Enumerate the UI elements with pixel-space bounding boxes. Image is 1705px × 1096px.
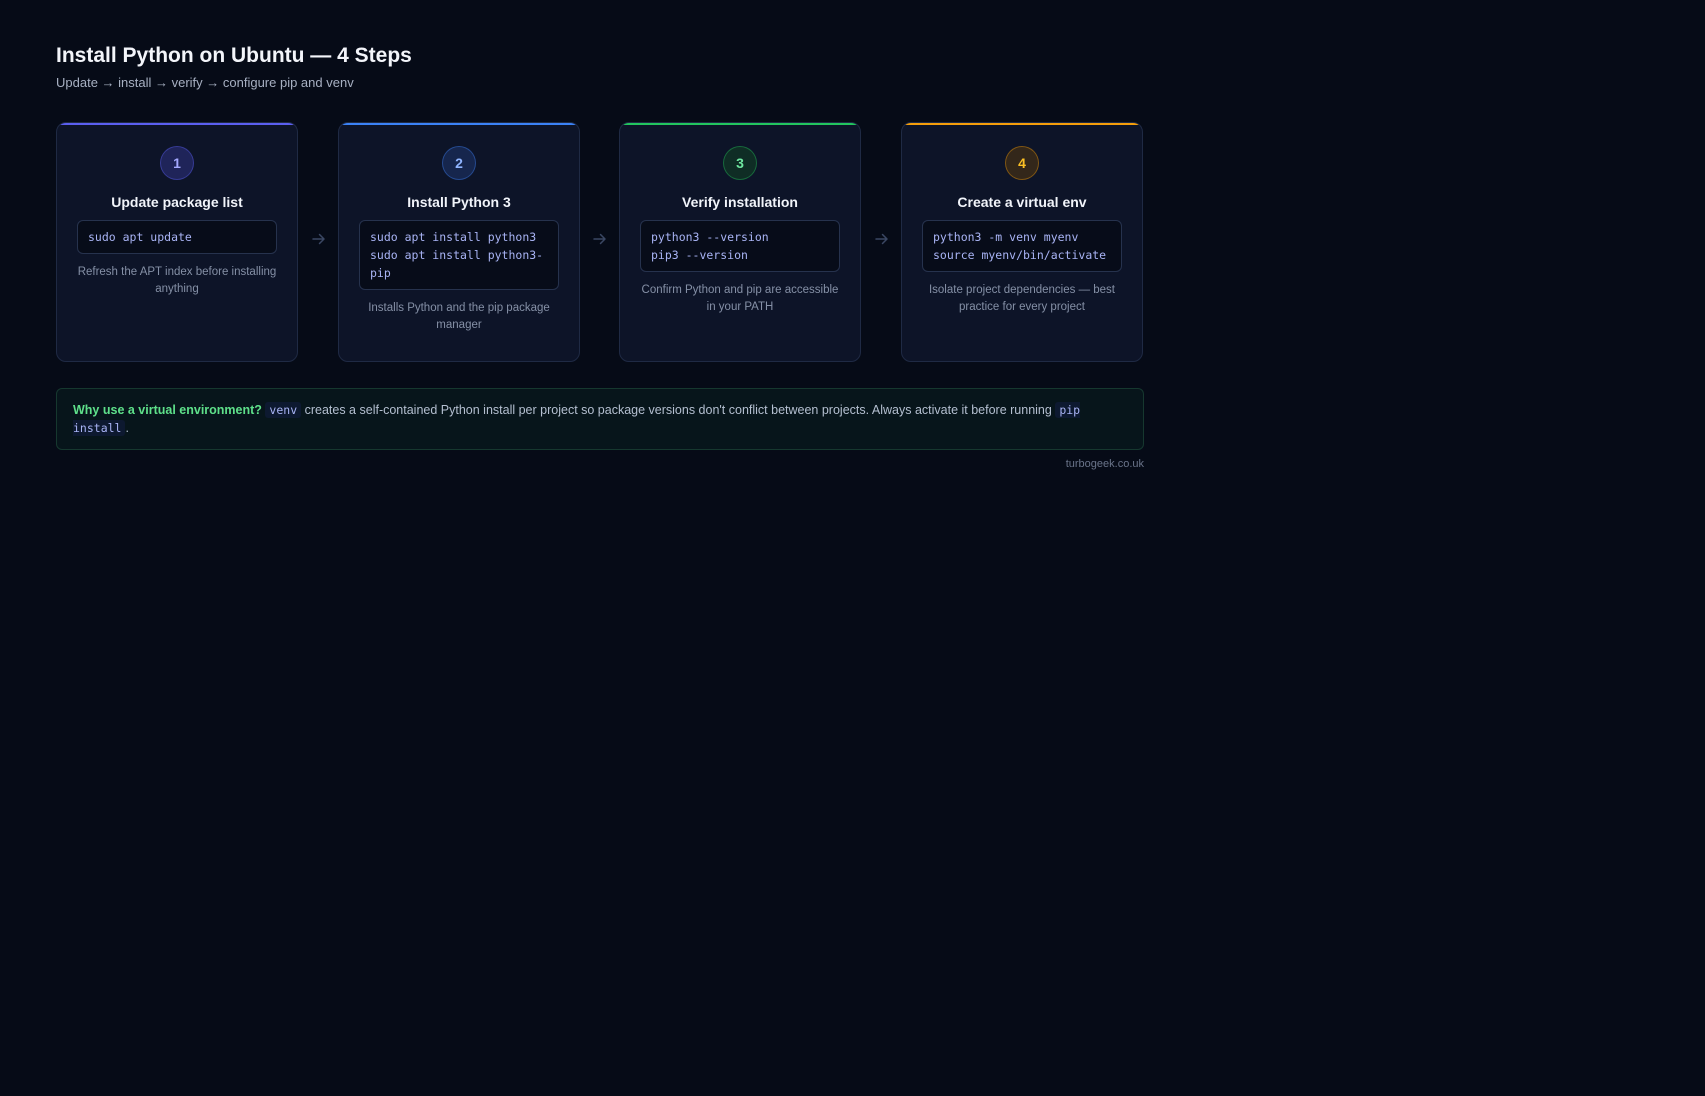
steps-row: 1 Update package list sudo apt update Re… [56, 122, 1144, 364]
inline-code-venv: venv [265, 402, 302, 418]
callout-heading: Why use a virtual environment? [73, 403, 262, 417]
code-block: python3 -m venv myenv source myenv/bin/a… [922, 220, 1122, 272]
page-title: Install Python on Ubuntu — 4 Steps [56, 44, 412, 67]
page: Install Python on Ubuntu — 4 Steps Updat… [56, 40, 1144, 470]
code-block: sudo apt install python3 sudo apt instal… [359, 220, 559, 290]
callout-text-end: . [125, 421, 129, 435]
arrow-right-icon [312, 233, 325, 245]
step-number-badge: 4 [1005, 146, 1039, 180]
card-accent-bar [339, 123, 579, 125]
card-accent-bar [57, 123, 297, 125]
step-description: Confirm Python and pip are accessible in… [641, 284, 839, 313]
step-number-badge: 3 [723, 146, 757, 180]
code-block: python3 --version pip3 --version [640, 220, 840, 272]
step-description: Isolate project dependencies — best prac… [928, 284, 1116, 313]
arrow-right-icon [875, 233, 888, 245]
venv-info-callout: Why use a virtual environment? venv crea… [56, 388, 1144, 450]
code-block: sudo apt update [77, 220, 277, 254]
step-card-3: 3 Verify installation python3 --version … [619, 122, 861, 362]
page-subtitle: Update → install → verify → configure pi… [56, 75, 354, 90]
source-credit: turbogeek.co.uk [1065, 458, 1144, 470]
step-title: Update package list [111, 194, 243, 210]
step-number-badge: 2 [442, 146, 476, 180]
step-card-1: 1 Update package list sudo apt update Re… [56, 122, 298, 362]
step-title: Install Python 3 [407, 194, 511, 210]
step-number-badge: 1 [160, 146, 194, 180]
callout-text: creates a self-contained Python install … [301, 403, 1056, 417]
step-card-4: 4 Create a virtual env python3 -m venv m… [901, 122, 1143, 362]
step-card-2: 2 Install Python 3 sudo apt install pyth… [338, 122, 580, 362]
card-accent-bar [902, 123, 1142, 125]
step-description: Installs Python and the pip package mana… [368, 302, 550, 331]
card-accent-bar [620, 123, 860, 125]
step-title: Verify installation [682, 194, 798, 210]
arrow-right-icon [593, 233, 606, 245]
step-title: Create a virtual env [957, 194, 1087, 210]
step-description: Refresh the APT index before installing … [77, 266, 277, 295]
